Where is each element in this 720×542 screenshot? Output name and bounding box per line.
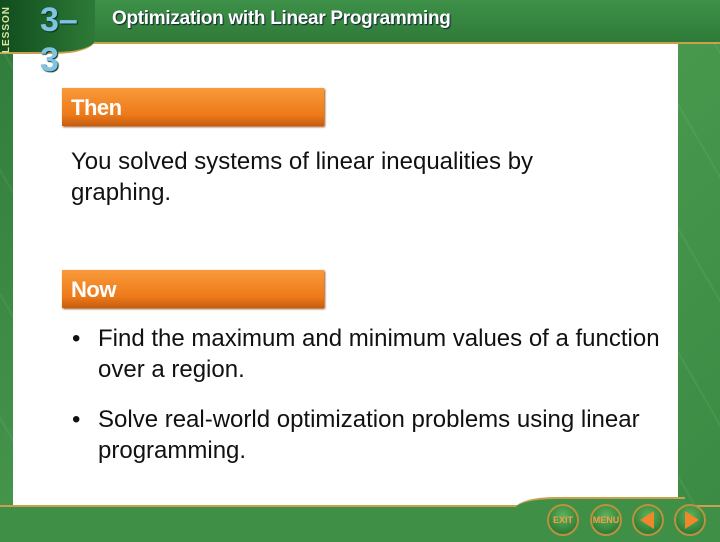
lesson-label: LESSON <box>1 6 12 54</box>
bullet-icon: • <box>72 406 81 433</box>
now-banner: Now <box>62 270 324 308</box>
list-item: • Solve real-world optimization problems … <box>72 406 640 464</box>
triangle-right-icon <box>684 511 699 529</box>
lesson-number: 3–3 <box>40 1 78 79</box>
now-label: Now <box>71 277 116 302</box>
page-title: Optimization with Linear Programming <box>112 8 451 29</box>
header-trim <box>80 42 720 44</box>
triangle-left-icon <box>639 511 654 529</box>
previous-button[interactable] <box>632 504 664 536</box>
list-item: • Find the maximum and minimum values of … <box>72 325 660 383</box>
next-button[interactable] <box>674 504 706 536</box>
exit-button[interactable]: EXIT <box>547 504 579 536</box>
then-label: Then <box>71 95 122 120</box>
lesson-tab: LESSON 3–3 <box>0 0 95 79</box>
then-banner: Then <box>62 88 324 126</box>
bullet-icon: • <box>72 325 81 352</box>
then-text: You solved systems of linear inequalitie… <box>71 148 534 206</box>
menu-button[interactable]: MENU <box>590 504 622 536</box>
